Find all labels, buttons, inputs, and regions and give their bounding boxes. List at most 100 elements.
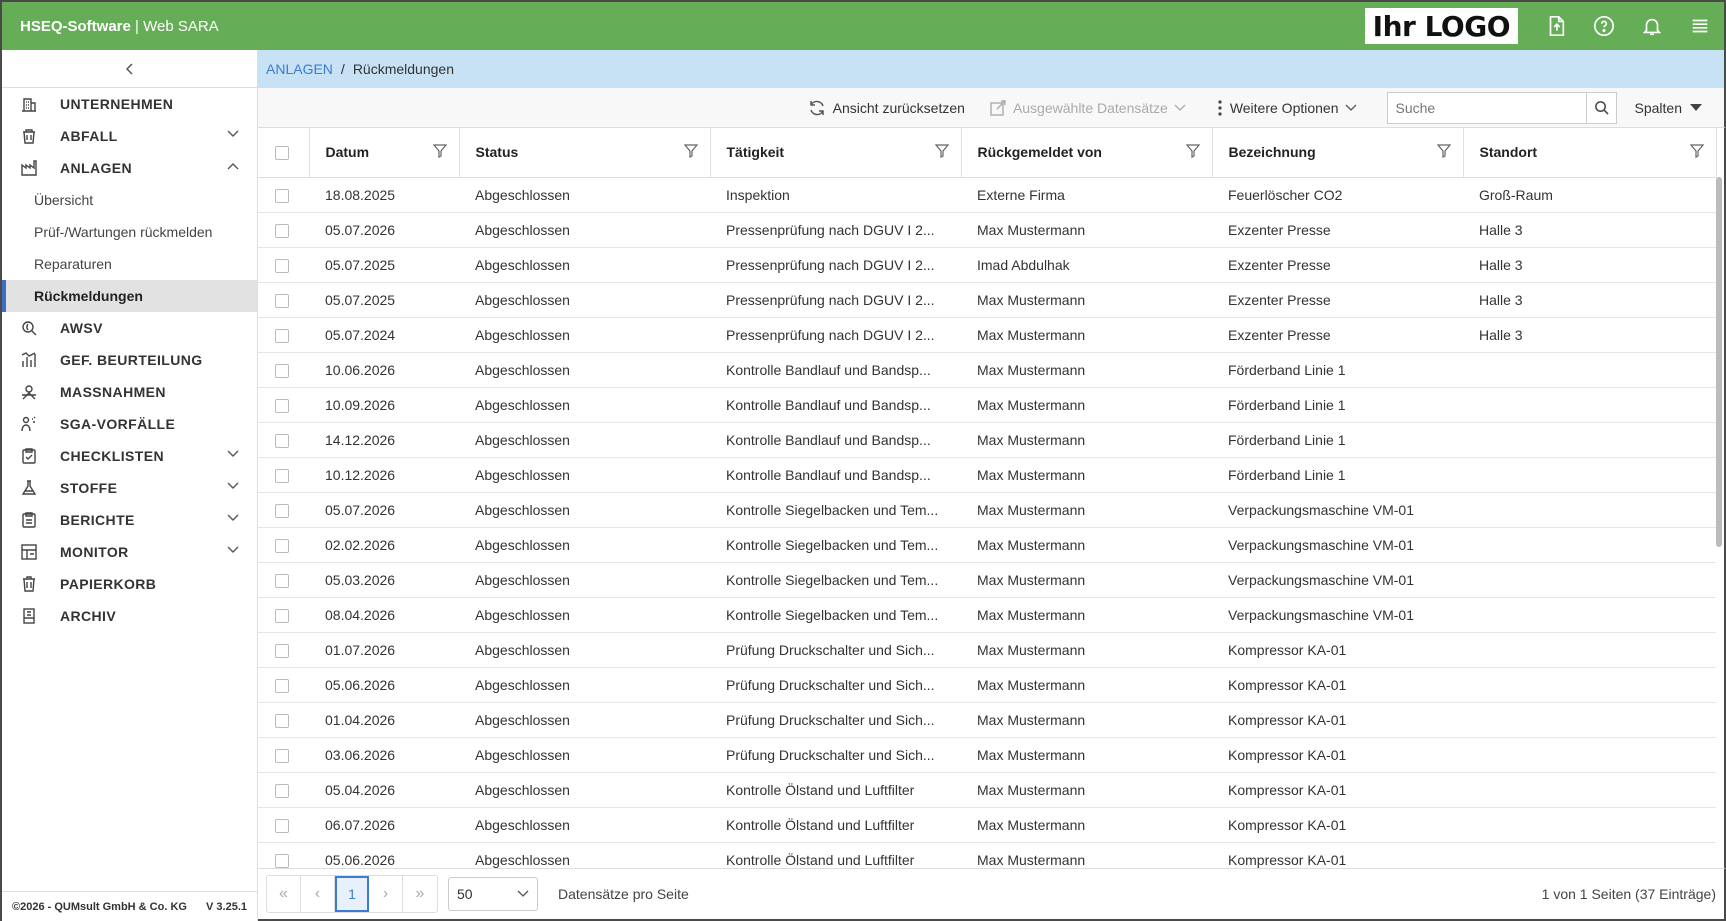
search-button[interactable] [1585, 92, 1616, 123]
table-row[interactable]: 05.07.2025 Abgeschlossen Pressenprüfung na… [258, 247, 1716, 283]
table-row[interactable]: 05.03.2026 Abgeschlossen Kontrolle Siegelb… [258, 562, 1716, 598]
table-row[interactable]: 01.07.2026 Abgeschlossen Prüfung Druckscha… [258, 632, 1716, 668]
column-header-standort[interactable]: Standort [1463, 128, 1717, 178]
sidebar-item-sga-vorfaelle[interactable]: SGA-VORFÄLLE [2, 408, 257, 440]
sidebar-item-monitor[interactable]: MONITOR [2, 536, 257, 568]
row-checkbox[interactable] [275, 643, 289, 658]
cell-taetigkeit: Prüfung Druckschalter und Sich... [710, 702, 961, 738]
last-page-button[interactable]: » [403, 876, 437, 912]
row-checkbox[interactable] [275, 433, 289, 448]
refresh-icon [809, 100, 824, 115]
row-checkbox[interactable] [275, 188, 289, 203]
cell-datum: 05.07.2026 [309, 212, 459, 248]
sidebar-item-checklisten[interactable]: CHECKLISTEN [2, 440, 257, 472]
column-header-rueckgemeldet-von[interactable]: Rückgemeldet von [961, 128, 1213, 178]
sidebar-item-stoffe[interactable]: STOFFE [2, 472, 257, 504]
sidebar-item-archiv[interactable]: ARCHIV [2, 600, 257, 632]
columns-button[interactable]: Spalten [1635, 100, 1702, 116]
sidebar-item-papierkorb[interactable]: PAPIERKORB [2, 568, 257, 600]
filter-icon[interactable] [1689, 144, 1704, 158]
sidebar-item-awsv[interactable]: AWSV [2, 312, 257, 344]
select-all-checkbox[interactable] [275, 146, 289, 161]
row-checkbox[interactable] [275, 363, 289, 378]
filter-icon[interactable] [683, 144, 698, 158]
reset-view-button[interactable]: Ansicht zurücksetzen [807, 98, 965, 118]
filter-icon[interactable] [432, 144, 447, 158]
sidebar-subitem-reparaturen[interactable]: Reparaturen [2, 248, 257, 280]
export-file-icon[interactable] [1532, 1, 1580, 51]
table-row[interactable]: 05.04.2026 Abgeschlossen Kontrolle Ölstand… [258, 772, 1716, 808]
more-options-button[interactable]: Weitere Optionen [1216, 99, 1363, 117]
bell-icon[interactable] [1628, 1, 1676, 51]
column-header-label: Bezeichnung [1228, 144, 1316, 161]
row-checkbox[interactable] [275, 748, 289, 763]
row-checkbox[interactable] [275, 258, 289, 273]
sidebar-subitem-pruef-wartungen[interactable]: Prüf-/Wartungen rückmelden [2, 216, 257, 248]
row-checkbox[interactable] [275, 608, 289, 623]
search-input[interactable] [1387, 92, 1586, 123]
chevron-down-icon [517, 890, 529, 897]
cell-rueckgemeldet-von: Max Mustermann [961, 317, 1212, 353]
row-checkbox[interactable] [275, 783, 289, 798]
table-row[interactable]: 05.07.2025 Abgeschlossen Pressenprüfung na… [258, 282, 1716, 318]
help-icon[interactable] [1580, 1, 1628, 51]
row-checkbox[interactable] [275, 293, 289, 308]
filter-icon[interactable] [934, 144, 949, 158]
sidebar-item-abfall[interactable]: ABFALL [2, 120, 257, 152]
selected-records-button[interactable]: Ausgewählte Datensätze [989, 99, 1192, 117]
column-header-status[interactable]: Status [459, 128, 711, 178]
column-header-label: Datum [325, 144, 370, 161]
filter-icon[interactable] [1436, 144, 1451, 158]
sidebar-subitem-uebersicht[interactable]: Übersicht [2, 184, 257, 216]
sidebar-collapse-button[interactable] [2, 50, 257, 88]
next-page-button[interactable]: › [369, 876, 403, 912]
menu-icon[interactable] [1676, 1, 1724, 51]
page-size-select[interactable]: 50 [448, 877, 538, 911]
table-row[interactable]: 05.06.2026 Abgeschlossen Prüfung Druckscha… [258, 667, 1716, 703]
row-checkbox[interactable] [275, 573, 289, 588]
cell-rueckgemeldet-von: Max Mustermann [961, 772, 1212, 808]
row-checkbox[interactable] [275, 818, 289, 833]
row-checkbox[interactable] [275, 678, 289, 693]
row-checkbox[interactable] [275, 223, 289, 238]
page-1-button[interactable]: 1 [335, 876, 369, 912]
table-row[interactable]: 03.06.2026 Abgeschlossen Prüfung Druckscha… [258, 737, 1716, 773]
sidebar-item-massnahmen[interactable]: MASSNAHMEN [2, 376, 257, 408]
sidebar-item-berichte[interactable]: BERICHTE [2, 504, 257, 536]
cell-taetigkeit: Prüfung Druckschalter und Sich... [710, 737, 961, 773]
breadcrumb-link-anlagen[interactable]: ANLAGEN [266, 61, 333, 77]
column-header-datum[interactable]: Datum [309, 128, 460, 178]
row-checkbox[interactable] [275, 713, 289, 728]
table-row[interactable]: 05.07.2026 Abgeschlossen Pressenprüfung na… [258, 212, 1716, 248]
vertical-scrollbar[interactable] [1716, 177, 1722, 547]
row-checkbox[interactable] [275, 853, 289, 868]
table-row[interactable]: 08.04.2026 Abgeschlossen Kontrolle Siegelb… [258, 597, 1716, 633]
row-checkbox[interactable] [275, 538, 289, 553]
row-checkbox[interactable] [275, 468, 289, 483]
first-page-button[interactable]: « [267, 876, 301, 912]
table-row[interactable]: 06.07.2026 Abgeschlossen Kontrolle Ölstand… [258, 807, 1716, 843]
chart-icon [18, 351, 40, 369]
row-checkbox[interactable] [275, 398, 289, 413]
table-row[interactable]: 10.12.2026 Abgeschlossen Kontrolle Bandlau… [258, 457, 1716, 493]
table-row[interactable]: 05.07.2026 Abgeschlossen Kontrolle Siegelb… [258, 492, 1716, 528]
sidebar-item-unternehmen[interactable]: UNTERNEHMEN [2, 88, 257, 120]
filter-icon[interactable] [1185, 144, 1200, 158]
cell-taetigkeit: Kontrolle Siegelbacken und Tem... [710, 562, 961, 598]
column-header-taetigkeit[interactable]: Tätigkeit [710, 128, 962, 178]
table-row[interactable]: 05.07.2024 Abgeschlossen Pressenprüfung na… [258, 317, 1716, 353]
table-row[interactable]: 10.06.2026 Abgeschlossen Kontrolle Bandlau… [258, 352, 1716, 388]
row-checkbox[interactable] [275, 503, 289, 518]
sidebar-item-anlagen[interactable]: ANLAGEN [2, 152, 257, 184]
sidebar-item-gef-beurteilung[interactable]: GEF. BEURTEILUNG [2, 344, 257, 376]
table-row[interactable]: 14.12.2026 Abgeschlossen Kontrolle Bandlau… [258, 422, 1716, 458]
table-row[interactable]: 05.06.2026 Abgeschlossen Kontrolle Ölstand… [258, 842, 1716, 868]
sidebar-subitem-rueckmeldungen[interactable]: Rückmeldungen [2, 280, 257, 312]
table-row[interactable]: 10.09.2026 Abgeschlossen Kontrolle Bandlau… [258, 387, 1716, 423]
prev-page-button[interactable]: ‹ [301, 876, 335, 912]
row-checkbox[interactable] [275, 328, 289, 343]
table-row[interactable]: 01.04.2026 Abgeschlossen Prüfung Druckscha… [258, 702, 1716, 738]
table-row[interactable]: 18.08.2025 Abgeschlossen Inspektion Externe… [258, 177, 1716, 213]
table-row[interactable]: 02.02.2026 Abgeschlossen Kontrolle Siegelb… [258, 527, 1716, 563]
column-header-bezeichnung[interactable]: Bezeichnung [1212, 128, 1464, 178]
